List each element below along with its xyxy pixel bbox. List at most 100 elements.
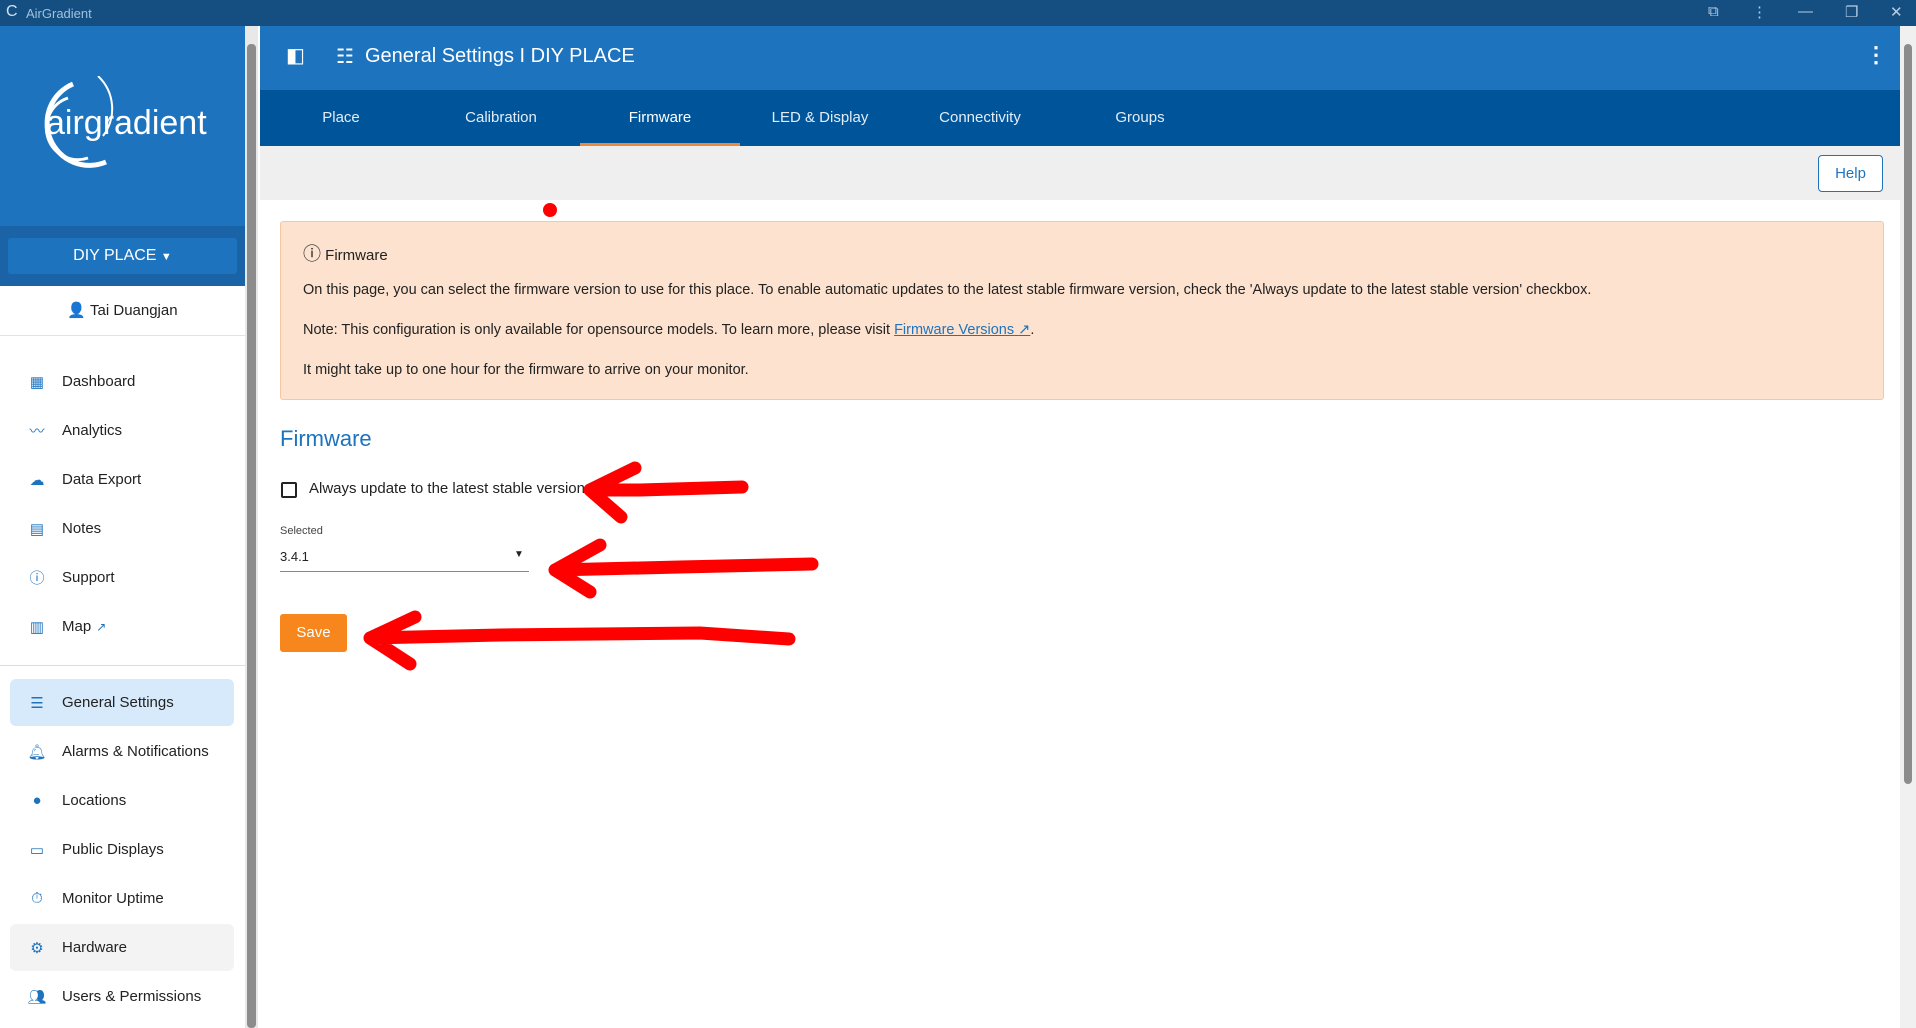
alert-delay-text: It might take up to one hour for the fir… (303, 362, 749, 378)
tab-place[interactable]: Place (261, 90, 421, 146)
alert-title: Firmware (325, 247, 388, 264)
info-icon: ⓘ (29, 570, 45, 587)
logo-area: airgradient (0, 26, 245, 226)
tab-connectivity[interactable]: Connectivity (900, 90, 1060, 146)
caret-down-icon: ▼ (160, 251, 172, 263)
minimize-button[interactable]: — (1798, 3, 1813, 20)
sidebar-item-support[interactable]: ⓘ Support (10, 554, 234, 601)
save-button[interactable]: Save (280, 614, 347, 652)
firmware-versions-link[interactable]: Firmware Versions ↗ (894, 322, 1030, 338)
sidebar-item-label: Public Displays (62, 841, 164, 858)
annotation-arrow-select (548, 538, 819, 599)
sidebar-item-label: Notes (62, 520, 102, 537)
page-title: General Settings I DIY PLACE (365, 45, 635, 67)
annotation-arrow-save (363, 610, 796, 671)
alert-text: On this page, you can select the firmwar… (303, 282, 1592, 298)
airgradient-logo: airgradient (44, 76, 207, 168)
select-label: Selected (280, 525, 323, 537)
tab-firmware[interactable]: Firmware (580, 90, 740, 146)
always-update-checkbox[interactable] (281, 482, 297, 498)
hardware-icon: ⚙ (30, 939, 44, 957)
more-vert-icon[interactable]: ⋮ (1865, 42, 1887, 68)
info-alert: ⓘ Firmware On this page, you can select … (280, 221, 1884, 400)
tab-led-display[interactable]: LED & Display (740, 90, 900, 146)
cloud-download-icon: ☁ (29, 471, 45, 489)
annotation-arrow-checkbox (583, 461, 749, 524)
main-scrollbar[interactable] (1900, 26, 1916, 1028)
sidebar-item-map[interactable]: ▥ Map ↗ (10, 603, 234, 650)
sidebar-item-label: Analytics (62, 422, 123, 439)
sidebar: airgradient DIY PLACE ▼ 👤 Tai Duangjan ▦… (0, 26, 245, 1028)
checkbox-label: Always update to the latest stable versi… (309, 480, 585, 497)
toolbar: Help (260, 146, 1900, 200)
scrollbar-thumb[interactable] (247, 44, 256, 1028)
more-vert-icon[interactable]: ⋮ (1752, 3, 1767, 21)
link-label: Firmware Versions (894, 322, 1015, 338)
svg-text:airgradient: airgradient (46, 104, 207, 142)
users-icon: 👥︎ (27, 988, 47, 1006)
tab-groups[interactable]: Groups (1060, 90, 1220, 146)
scrollbar-thumb[interactable] (1904, 44, 1912, 784)
user-name: Tai Duangjan (90, 302, 178, 319)
extension-icon[interactable]: ⧉ (1708, 3, 1719, 20)
sidebar-item-label: Support (62, 569, 115, 586)
alert-note: Note: This configuration is only availab… (303, 322, 1034, 338)
window-titlebar: C AirGradient ⧉ ⋮ — ❐ ✕ (0, 0, 1916, 26)
sidebar-item-monitor-uptime[interactable]: ⏱ Monitor Uptime (10, 875, 234, 922)
sidebar-item-general-settings[interactable]: ☰ General Settings (10, 679, 234, 726)
sidebar-divider (0, 665, 245, 666)
help-button[interactable]: Help (1818, 155, 1883, 192)
sidebar-item-alarms[interactable]: 🔔︎ Alarms & Notifications (10, 728, 234, 775)
sidebar-item-label: Users & Permissions (62, 988, 202, 1005)
tab-bar: Place Calibration Firmware LED & Display… (260, 90, 1900, 146)
sidebar-item-label: Locations (62, 792, 127, 809)
external-link-icon: ↗ (96, 619, 107, 634)
sidebar-item-label: Map (62, 618, 92, 635)
page-header: ◧ ☷ General Settings I DIY PLACE ⋮ (260, 26, 1900, 90)
place-dropdown-button[interactable]: DIY PLACE ▼ (8, 238, 237, 274)
analytics-icon: 〰 (29, 423, 45, 440)
sidebar-item-label: General Settings (62, 694, 174, 711)
sidebar-scrollbar[interactable] (245, 26, 258, 1028)
sidebar-item-hardware[interactable]: ⚙ Hardware (10, 924, 234, 971)
sidebar-item-label: Alarms & Notifications (62, 743, 209, 760)
place-name: DIY PLACE (73, 247, 157, 264)
info-icon: ⓘ (303, 244, 321, 264)
sliders-icon: ☷ (336, 46, 354, 68)
sidebar-item-label: Monitor Uptime (62, 890, 164, 907)
stopwatch-icon: ⏱ (31, 890, 43, 907)
select-value: 3.4.1 (280, 549, 309, 564)
sliders-icon: ☰ (30, 694, 44, 712)
sidebar-item-label: Dashboard (62, 373, 136, 390)
dropdown-arrow-icon: ▼ (514, 549, 524, 560)
firmware-version-select[interactable]: 3.4.1 ▼ (280, 546, 529, 572)
location-pin-icon: ● (32, 792, 42, 809)
sidebar-item-public-displays[interactable]: ▭ Public Displays (10, 826, 234, 873)
user-row[interactable]: 👤 Tai Duangjan (0, 286, 245, 336)
user-icon: 👤 (67, 302, 87, 319)
sidebar-item-label: Hardware (62, 939, 128, 956)
place-selector-band: DIY PLACE ▼ (0, 226, 245, 286)
annotation-dot (543, 203, 557, 217)
sidebar-item-notes[interactable]: ▤ Notes (10, 505, 234, 552)
alert-note-suffix: . (1030, 322, 1035, 338)
restore-button[interactable]: ❐ (1845, 3, 1858, 21)
app-logo-icon: C (6, 3, 18, 20)
sidebar-item-dashboard[interactable]: ▦ Dashboard (10, 358, 234, 405)
collapse-sidebar-icon[interactable]: ◧ (286, 43, 305, 68)
sidebar-item-users[interactable]: 👥︎ Users & Permissions (10, 973, 234, 1020)
close-button[interactable]: ✕ (1890, 3, 1903, 21)
tab-calibration[interactable]: Calibration (421, 90, 581, 146)
dashboard-icon: ▦ (29, 373, 45, 391)
alert-note-text: Note: This configuration is only availab… (303, 322, 895, 338)
sidebar-item-analytics[interactable]: 〰 Analytics (10, 407, 234, 454)
window-title: AirGradient (26, 6, 92, 21)
external-link-icon: ↗ (1018, 322, 1031, 338)
section-heading: Firmware (280, 426, 372, 451)
sidebar-item-data-export[interactable]: ☁ Data Export (10, 456, 234, 503)
displays-icon: ▭ (29, 841, 45, 859)
sidebar-item-locations[interactable]: ● Locations (10, 777, 234, 824)
sidebar-item-label: Data Export (62, 471, 142, 488)
notes-icon: ▤ (29, 520, 45, 538)
map-icon: ▥ (29, 618, 45, 636)
